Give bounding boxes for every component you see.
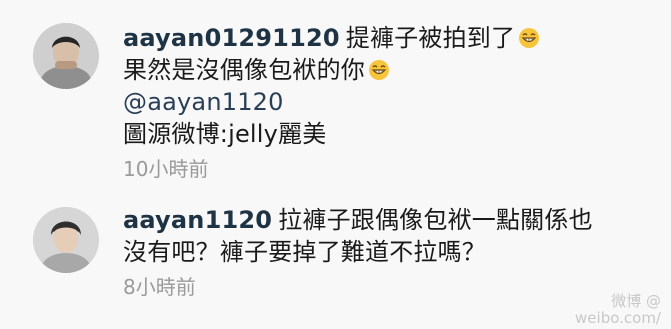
comment-text: 果然是沒偶像包袱的你 <box>123 56 365 84</box>
comment-username[interactable]: aayan1120 <box>123 206 272 234</box>
watermark-line: 微博 @ <box>611 292 661 310</box>
comment-line: @aayan1120 <box>123 86 659 118</box>
grinning-face-icon <box>519 28 540 48</box>
comment-line: 沒有吧？褲子要掉了難道不拉嗎？ <box>123 236 659 268</box>
grinning-face-icon <box>369 60 389 80</box>
comment-line: 果然是沒偶像包袱的你 <box>123 54 659 86</box>
comment-text: 拉褲子跟偶像包袱一點關係也 <box>278 206 593 234</box>
avatar[interactable] <box>33 207 99 273</box>
comment-time: 10小時前 <box>123 157 209 181</box>
avatar-photo-icon <box>33 23 99 89</box>
comment-line: aayan1120 拉褲子跟偶像包袱一點關係也 <box>123 204 659 236</box>
comment-text: 圖源微博:jelly麗美 <box>123 120 327 148</box>
avatar[interactable] <box>33 23 99 89</box>
comment-line: 圖源微博:jelly麗美 <box>123 118 659 150</box>
comment-text: 提褲子被拍到了 <box>345 24 516 52</box>
comment-list: aayan01291120 提褲子被拍到了 果然是沒偶像包袱的你 @aayan1… <box>0 0 671 329</box>
watermark-line: weibo.com/ <box>575 309 661 327</box>
mention-link[interactable]: @aayan1120 <box>123 88 284 116</box>
comment-username[interactable]: aayan01291120 <box>123 24 340 52</box>
comment-text: 沒有吧？褲子要掉了難道不拉嗎？ <box>123 238 486 266</box>
comment-item: aayan1120 拉褲子跟偶像包袱一點關係也 沒有吧？褲子要掉了難道不拉嗎？ 8… <box>0 190 671 329</box>
avatar-photo-icon <box>33 207 99 273</box>
weibo-watermark: 微博 @ weibo.com/ <box>575 293 661 327</box>
comment-body: aayan1120 拉褲子跟偶像包袱一點關係也 沒有吧？褲子要掉了難道不拉嗎？ 8… <box>123 204 659 302</box>
comment-item: aayan01291120 提褲子被拍到了 果然是沒偶像包袱的你 @aayan1… <box>0 0 671 190</box>
comment-body: aayan01291120 提褲子被拍到了 果然是沒偶像包袱的你 @aayan1… <box>123 22 659 184</box>
comment-line: aayan01291120 提褲子被拍到了 <box>123 22 659 54</box>
